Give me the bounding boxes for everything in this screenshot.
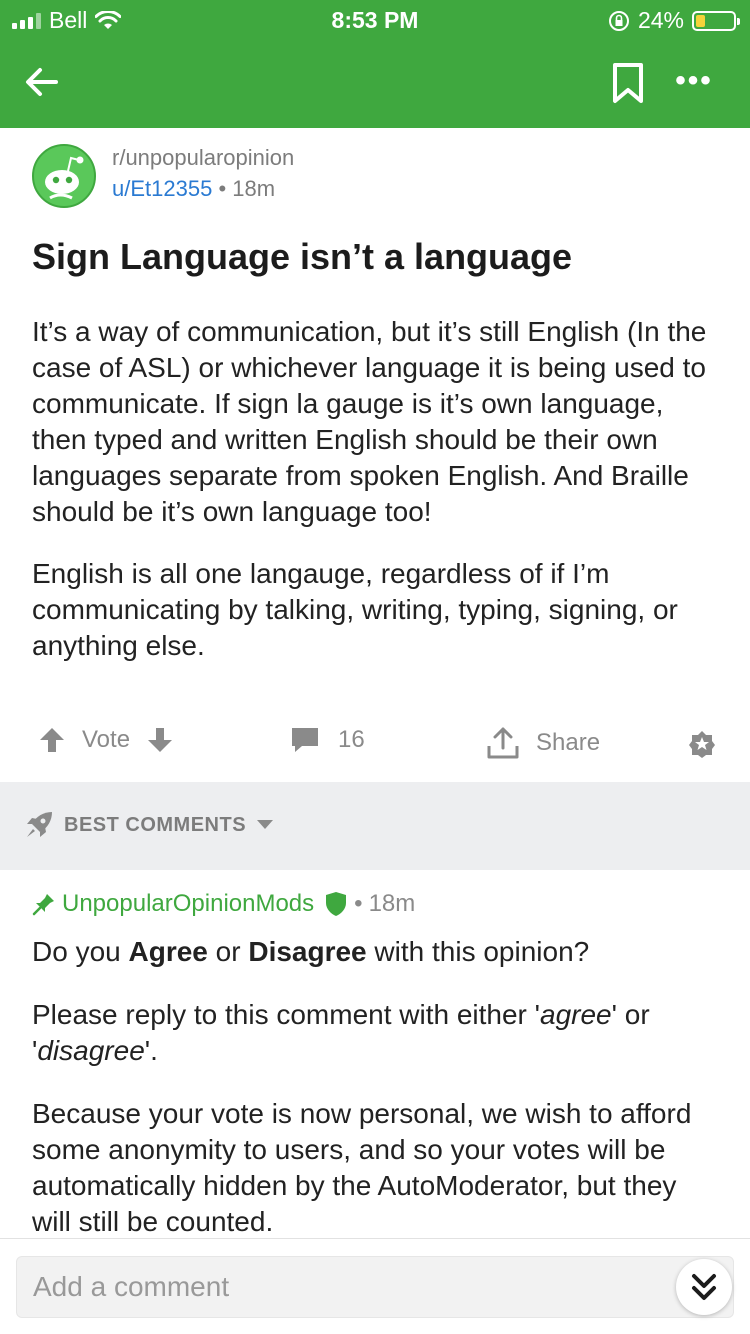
text-span: Do you	[32, 936, 129, 967]
comment-paragraph: Because your vote is now personal, we wi…	[32, 1098, 692, 1237]
battery-percent: 24%	[637, 7, 684, 33]
post-actions: Vote 16 Share	[0, 718, 750, 768]
comment-separator: •	[354, 890, 363, 917]
comment-paragraph: Please reply to this comment with either…	[32, 997, 722, 1069]
comment-paragraph: Do you Agree or Disagree with this opini…	[32, 934, 722, 970]
pin-icon	[32, 894, 54, 916]
disagree-italic: disagree	[37, 1035, 145, 1066]
rocket-icon	[27, 812, 52, 837]
vote-label: Vote	[82, 726, 131, 753]
post-author[interactable]: u/Et12355	[112, 176, 212, 201]
comment-author[interactable]: UnpopularOpinionMods	[62, 890, 314, 918]
post-title: Sign Language isn’t a language	[32, 236, 573, 277]
status-right: 24%	[608, 7, 740, 34]
text-span: or	[207, 936, 249, 967]
chevron-down-icon	[257, 820, 273, 829]
upvote-icon[interactable]	[38, 726, 66, 754]
comment-composer: Add a comment	[0, 1238, 750, 1334]
post-paragraph: English is all one langauge, regardless …	[32, 558, 678, 661]
meta-separator: •	[218, 176, 233, 201]
comment-body: Do you Agree or Disagree with this opini…	[32, 934, 722, 1267]
agree-italic: agree	[540, 999, 612, 1030]
comment-age: 18m	[368, 890, 416, 917]
bookmark-icon[interactable]	[610, 62, 646, 104]
back-arrow-icon[interactable]	[20, 60, 64, 104]
sort-label: BEST COMMENTS	[64, 814, 247, 836]
app-bar: •••	[0, 48, 750, 118]
text-span: with this opinion?	[366, 936, 590, 967]
share-icon	[487, 727, 519, 759]
vote-control: Vote	[38, 726, 174, 754]
add-comment-input[interactable]: Add a comment	[16, 1256, 734, 1318]
subreddit-avatar[interactable]	[32, 144, 96, 208]
post-paragraph: It’s a way of communication, but it’s st…	[32, 316, 707, 527]
award-icon[interactable]	[686, 728, 718, 760]
share-button[interactable]: Share	[486, 726, 600, 760]
status-bar: Bell 8:53 PM 24%	[0, 0, 750, 40]
post-meta: u/Et12355 • 18m	[112, 176, 275, 202]
post-age: 18m	[232, 176, 276, 201]
post-body: It’s a way of communication, but it’s st…	[32, 314, 722, 690]
comment-count: 16	[338, 726, 365, 753]
battery-icon	[692, 10, 740, 31]
comments-button[interactable]: 16	[290, 726, 365, 754]
subreddit-name[interactable]: r/unpopularopinion	[112, 145, 294, 171]
app-header: Bell 8:53 PM 24% •••	[0, 0, 750, 128]
comment-meta: UnpopularOpinionMods • 18m	[32, 890, 415, 918]
downvote-icon[interactable]	[146, 726, 174, 754]
moderator-shield-icon	[326, 892, 347, 916]
disagree-text: Disagree	[248, 936, 367, 967]
text-span: Please reply to this comment with either…	[32, 999, 541, 1030]
jump-to-next-button[interactable]	[676, 1259, 732, 1315]
rotation-lock-icon	[608, 10, 629, 31]
more-options-icon[interactable]: •••	[670, 64, 718, 104]
comment-icon	[292, 728, 318, 752]
comments-sort-bar[interactable]: BEST COMMENTS	[0, 782, 750, 870]
agree-text: Agree	[128, 936, 208, 967]
share-label: Share	[536, 729, 601, 756]
double-chevron-down-icon	[692, 1274, 716, 1300]
text-span: '.	[144, 1035, 158, 1066]
